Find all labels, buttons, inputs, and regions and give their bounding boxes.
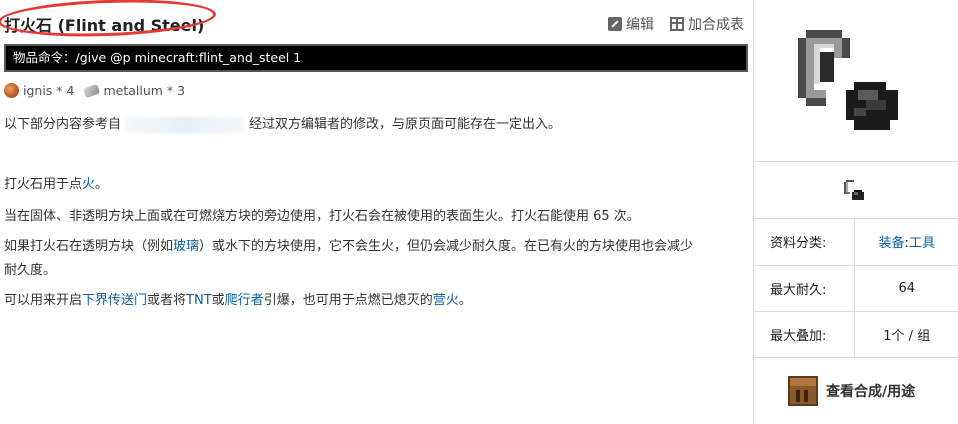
- paragraph-3-cont: 耐久度。: [4, 263, 57, 278]
- link-fire[interactable]: 火: [82, 177, 95, 192]
- main-content: 打火石 (Flint and Steel) 编辑 加合成表 物品命令：/give…: [0, 0, 752, 424]
- paragraph-3: 如果打火石在透明方块（例如玻璃）或水下的方块使用，它不会生火，但仍会减少耐久度。…: [4, 235, 693, 254]
- notice-suffix: 经过双方编辑者的修改，与原页面可能存在一定出入。: [249, 117, 562, 132]
- info-value: 64: [854, 265, 958, 312]
- edit-button[interactable]: 编辑: [608, 14, 654, 34]
- p4-text-d: 引爆，也可用于点燃已熄灭的: [263, 293, 433, 308]
- add-recipe-button[interactable]: 加合成表: [670, 14, 744, 34]
- flint-and-steel-icon: [798, 30, 898, 130]
- info-value: 1个 / 组: [854, 311, 958, 358]
- p1-text: 打火石用于点: [4, 177, 83, 192]
- notice-prefix: 以下部分内容参考自: [4, 117, 122, 132]
- edit-label: 编辑: [626, 17, 654, 33]
- paragraph-4: 可以用来开启下界传送门或者将TNT或爬行者引爆，也可用于点燃已熄灭的营火。: [4, 289, 472, 308]
- link-tools[interactable]: 工具: [909, 236, 935, 251]
- paragraph-1: 打火石用于点火。: [4, 173, 108, 192]
- info-key: 最大叠加:: [754, 311, 855, 358]
- link-creeper[interactable]: 爬行者: [225, 293, 264, 308]
- add-recipe-label: 加合成表: [688, 17, 744, 33]
- p3-text-b: ）或水下的方块使用，它不会生火，但仍会减少耐久度。在已有火的方块使用也会减少: [199, 239, 694, 254]
- aspect-metallum-label: metallum * 3: [103, 83, 186, 98]
- link-tnt[interactable]: TNT: [186, 293, 212, 308]
- p4-text-e: 。: [458, 293, 472, 308]
- edit-icon: [608, 17, 622, 31]
- p4-text-b: 或者将: [147, 293, 187, 308]
- view-recipe-button[interactable]: 查看合成/用途: [788, 376, 915, 406]
- p4-text-a: 可以用来开启: [4, 293, 83, 308]
- table-icon: [670, 17, 684, 31]
- crafting-table-icon: [788, 376, 818, 406]
- redacted-source-link: [125, 116, 246, 133]
- info-row-category: 资料分类: 装备:工具: [754, 219, 958, 266]
- paragraph-2: 当在固体、非透明方块上面或在可燃烧方块的旁边使用，打火石会在被使用的表面生火。打…: [4, 209, 640, 224]
- ignis-icon: [4, 83, 19, 98]
- item-small-image: [754, 162, 958, 219]
- item-large-image: [754, 0, 958, 162]
- link-campfire[interactable]: 营火: [433, 293, 459, 308]
- item-info-table: 资料分类: 装备:工具 最大耐久: 64 最大叠加: 1个 / 组: [754, 219, 958, 358]
- info-key: 资料分类:: [754, 219, 855, 266]
- flint-and-steel-small-icon: [844, 180, 864, 200]
- source-notice: 以下部分内容参考自 经过双方编辑者的修改，与原页面可能存在一定出入。: [4, 113, 561, 133]
- page-title: 打火石 (Flint and Steel): [4, 16, 205, 35]
- aspect-ignis-label: ignis * 4: [23, 83, 75, 98]
- aspect-ignis[interactable]: ignis * 4: [4, 83, 74, 98]
- info-value: 装备:工具: [854, 219, 958, 266]
- page-actions: 编辑 加合成表: [608, 14, 744, 34]
- aspect-metallum[interactable]: metallum * 3: [83, 83, 186, 98]
- p4-text-c: 或: [211, 293, 225, 308]
- info-row-durability: 最大耐久: 64: [754, 265, 958, 312]
- info-key: 最大耐久:: [754, 265, 855, 312]
- link-equipment[interactable]: 装备: [879, 236, 905, 251]
- p3-text-a: 如果打火石在透明方块（例如: [4, 239, 174, 254]
- link-nether-portal[interactable]: 下界传送门: [82, 293, 147, 308]
- view-recipe-label: 查看合成/用途: [826, 384, 916, 400]
- info-row-stack: 最大叠加: 1个 / 组: [754, 311, 958, 358]
- metallum-icon: [83, 83, 101, 98]
- p1-end: 。: [95, 177, 109, 192]
- link-glass[interactable]: 玻璃: [173, 239, 199, 254]
- item-infobox: 资料分类: 装备:工具 最大耐久: 64 最大叠加: 1个 / 组 查看合成/用…: [753, 0, 958, 424]
- give-command-bar[interactable]: 物品命令：/give @p minecraft:flint_and_steel …: [4, 44, 748, 72]
- title-row: 打火石 (Flint and Steel) 编辑 加合成表: [0, 0, 748, 40]
- aspect-tags: ignis * 4 metallum * 3: [4, 83, 185, 98]
